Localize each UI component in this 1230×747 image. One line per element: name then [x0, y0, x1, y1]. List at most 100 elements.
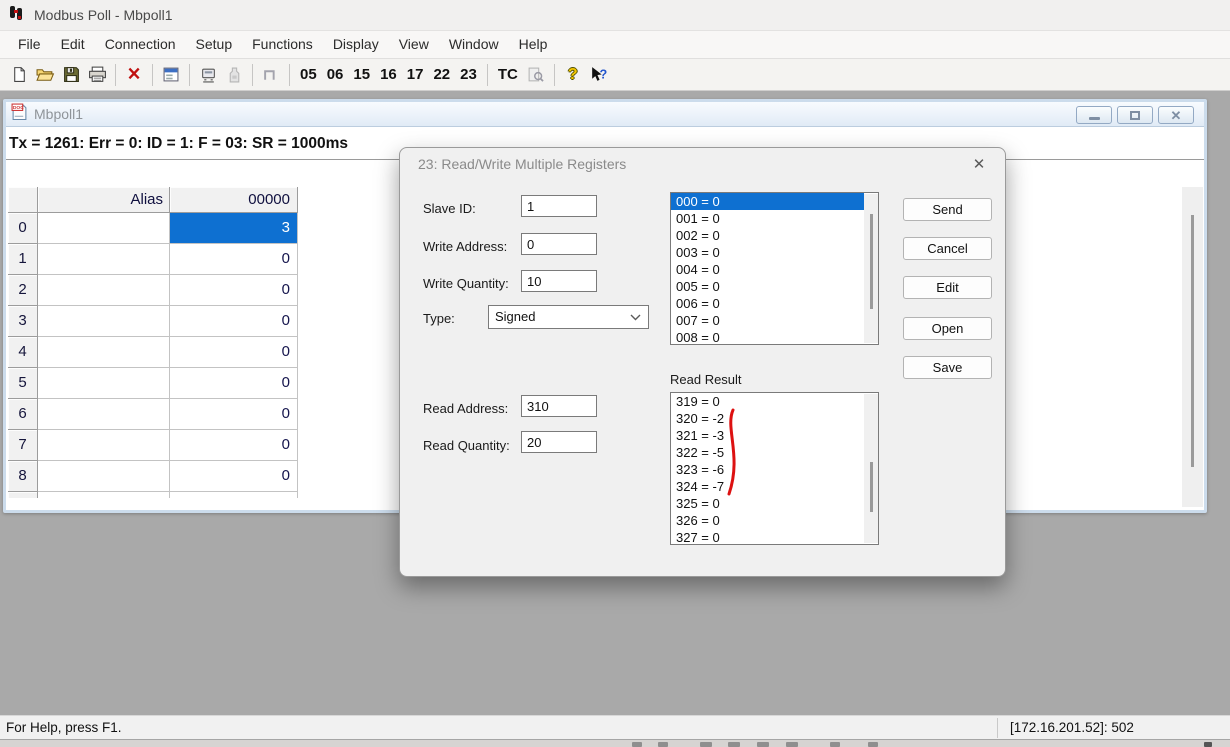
list-item[interactable]: 321 = -3 [671, 427, 878, 444]
list-item[interactable]: 004 = 0 [671, 261, 878, 278]
new-file-icon[interactable] [6, 62, 32, 88]
cancel-button[interactable]: Cancel [903, 237, 992, 260]
function-16-button[interactable]: 16 [375, 66, 402, 83]
dialog-close-icon[interactable]: ✕ [969, 155, 989, 175]
grid-corner-cell [8, 187, 38, 213]
alias-cell[interactable] [38, 461, 170, 492]
value-cell[interactable]: 0 [170, 306, 298, 337]
list-item-selected[interactable]: 000 = 0 [671, 193, 864, 210]
type-dropdown[interactable]: Signed [488, 305, 649, 329]
read-address-field[interactable] [521, 395, 597, 417]
menu-connection[interactable]: Connection [95, 31, 186, 58]
list-item[interactable]: 325 = 0 [671, 495, 878, 512]
test-center-button[interactable]: TC [493, 66, 523, 83]
function-22-button[interactable]: 22 [428, 66, 455, 83]
menu-setup[interactable]: Setup [186, 31, 243, 58]
row-header[interactable]: 6 [8, 399, 38, 430]
list-item[interactable]: 320 = -2 [671, 410, 878, 427]
value-cell[interactable]: 0 [170, 368, 298, 399]
child-maximize-button[interactable] [1117, 106, 1153, 124]
list-item[interactable]: 322 = -5 [671, 444, 878, 461]
row-header[interactable]: 2 [8, 275, 38, 306]
row-header[interactable]: 8 [8, 461, 38, 492]
scrollbar-thumb[interactable] [1191, 215, 1194, 467]
display-setup-icon[interactable] [158, 62, 184, 88]
value-cell[interactable]: 0 [170, 399, 298, 430]
alias-cell[interactable] [38, 430, 170, 461]
value-cell[interactable]: 0 [170, 430, 298, 461]
alias-cell[interactable] [38, 306, 170, 337]
print-icon[interactable] [84, 62, 110, 88]
menu-help[interactable]: Help [509, 31, 558, 58]
edit-button[interactable]: Edit [903, 276, 992, 299]
row-header[interactable]: 1 [8, 244, 38, 275]
list-item[interactable]: 007 = 0 [671, 312, 878, 329]
list-item[interactable]: 006 = 0 [671, 295, 878, 312]
read-result-list[interactable]: 319 = 0 320 = -2 321 = -3 322 = -5 323 =… [670, 392, 879, 545]
list-item[interactable]: 008 = 0 [671, 329, 878, 345]
list-item[interactable]: 323 = -6 [671, 461, 878, 478]
alias-cell[interactable] [38, 275, 170, 306]
list-item[interactable]: 319 = 0 [671, 393, 878, 410]
slave-id-field[interactable] [521, 195, 597, 217]
list-item[interactable]: 003 = 0 [671, 244, 878, 261]
window-title: Modbus Poll - Mbpoll1 [34, 7, 173, 23]
read-quantity-field[interactable] [521, 431, 597, 453]
value-cell[interactable]: 0 [170, 337, 298, 368]
open-button[interactable]: Open [903, 317, 992, 340]
list-item[interactable]: 326 = 0 [671, 512, 878, 529]
scrollbar-thumb[interactable] [870, 214, 873, 309]
value-cell[interactable]: 0 [170, 461, 298, 492]
row-header[interactable]: 5 [8, 368, 38, 399]
list-item[interactable]: 327 = 0 [671, 529, 878, 545]
alias-cell[interactable] [38, 368, 170, 399]
menu-functions[interactable]: Functions [242, 31, 323, 58]
toolbar-separator [289, 64, 290, 86]
read-list-scrollbar[interactable] [864, 394, 878, 543]
toolbar-separator [152, 64, 153, 86]
row-header[interactable]: 4 [8, 337, 38, 368]
list-item[interactable]: 002 = 0 [671, 227, 878, 244]
save-icon[interactable] [58, 62, 84, 88]
menu-file[interactable]: File [8, 31, 51, 58]
write-address-field[interactable] [521, 233, 597, 255]
taskbar-icon-partial [632, 742, 642, 747]
help-icon[interactable]: ? [560, 62, 586, 88]
alias-cell[interactable] [38, 337, 170, 368]
alias-cell[interactable] [38, 244, 170, 275]
value-cell[interactable]: 0 [170, 244, 298, 275]
child-minimize-button[interactable] [1076, 106, 1112, 124]
child-vertical-scrollbar[interactable] [1182, 187, 1203, 507]
function-15-button[interactable]: 15 [348, 66, 375, 83]
alias-cell[interactable] [38, 399, 170, 430]
child-close-button[interactable]: ✕ [1158, 106, 1194, 124]
menu-edit[interactable]: Edit [51, 31, 95, 58]
function-05-button[interactable]: 05 [295, 66, 322, 83]
communication-traffic-icon[interactable] [195, 62, 221, 88]
row-header[interactable]: 7 [8, 430, 38, 461]
list-item[interactable]: 001 = 0 [671, 210, 878, 227]
list-item[interactable]: 324 = -7 [671, 478, 878, 495]
write-values-list[interactable]: 000 = 0 001 = 0 002 = 0 003 = 0 004 = 0 … [670, 192, 879, 345]
context-help-icon[interactable]: ? [586, 62, 612, 88]
row-header[interactable]: 3 [8, 306, 38, 337]
menu-display[interactable]: Display [323, 31, 389, 58]
send-button[interactable]: Send [903, 198, 992, 221]
menu-window[interactable]: Window [439, 31, 509, 58]
scrollbar-thumb[interactable] [870, 462, 873, 512]
value-cell[interactable]: 0 [170, 275, 298, 306]
disconnect-icon[interactable]: ✕ [121, 62, 147, 88]
child-title-bar[interactable]: DOC Mbpoll1 ✕ [6, 102, 1204, 127]
write-list-scrollbar[interactable] [864, 194, 878, 343]
value-cell-selected[interactable]: 3 [170, 213, 298, 244]
function-06-button[interactable]: 06 [322, 66, 349, 83]
write-quantity-field[interactable] [521, 270, 597, 292]
save-button[interactable]: Save [903, 356, 992, 379]
alias-cell[interactable] [38, 213, 170, 244]
menu-view[interactable]: View [389, 31, 439, 58]
list-item[interactable]: 005 = 0 [671, 278, 878, 295]
function-17-button[interactable]: 17 [402, 66, 429, 83]
open-file-icon[interactable] [32, 62, 58, 88]
row-header[interactable]: 0 [8, 213, 38, 244]
function-23-button[interactable]: 23 [455, 66, 482, 83]
